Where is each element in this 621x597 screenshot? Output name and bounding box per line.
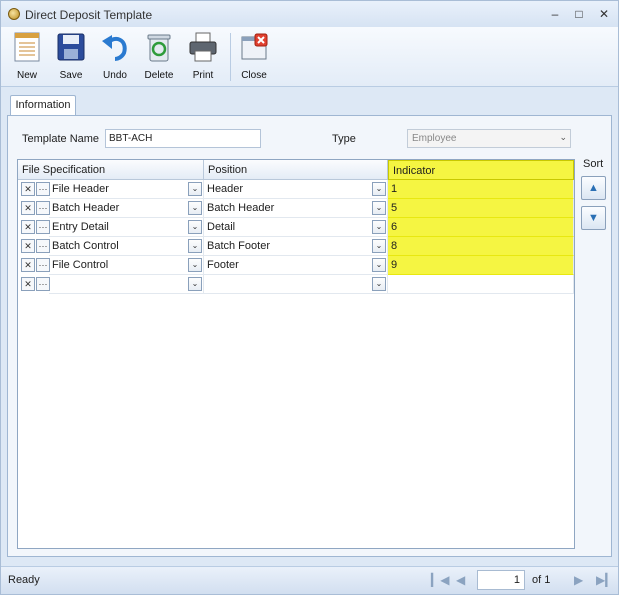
chevron-down-icon[interactable]: ⌄ — [372, 239, 386, 253]
previous-page-icon[interactable]: ◀ — [456, 573, 465, 587]
new-button[interactable]: New — [7, 31, 47, 85]
floppy-disk-icon — [57, 33, 85, 61]
chevron-down-icon: ⌄ — [559, 132, 567, 142]
recycle-bin-icon — [147, 34, 171, 62]
save-button-label: Save — [59, 70, 83, 81]
row-menu-icon[interactable]: ··· — [36, 201, 50, 215]
column-header-file-specification[interactable]: File Specification — [18, 160, 204, 180]
position-cell[interactable]: Header — [204, 180, 388, 199]
chevron-down-icon[interactable]: ⌄ — [372, 201, 386, 215]
tab-information[interactable]: Information — [10, 95, 76, 116]
undo-arrow-icon — [102, 35, 127, 61]
delete-row-icon[interactable]: ✕ — [21, 182, 35, 196]
print-button[interactable]: Print — [183, 31, 223, 85]
first-page-icon[interactable]: ▎◀ — [431, 573, 449, 587]
undo-button-label: Undo — [103, 70, 127, 81]
chevron-down-icon[interactable]: ⌄ — [188, 182, 202, 196]
indicator-cell[interactable]: 1 — [388, 180, 574, 199]
delete-row-icon[interactable]: ✕ — [21, 258, 35, 272]
new-row[interactable]: ✕ ··· ⌄ ⌄ — [18, 275, 574, 294]
arrow-up-icon: ▲ — [588, 182, 599, 194]
template-name-field[interactable]: BBT-ACH — [105, 129, 261, 148]
sort-label: Sort — [583, 158, 604, 170]
close-window-button[interactable]: ✕ — [596, 6, 612, 22]
close-button-label: Close — [241, 70, 267, 81]
toolbar-separator — [230, 33, 231, 81]
row-menu-icon[interactable]: ··· — [36, 239, 50, 253]
file-specification-cell[interactable] — [49, 275, 204, 294]
table-row[interactable]: ✕ ··· Batch Header ⌄ Batch Header ⌄ 5 — [18, 199, 574, 218]
status-text: Ready — [8, 574, 40, 586]
delete-button[interactable]: Delete — [139, 31, 179, 85]
row-menu-icon[interactable]: ··· — [36, 258, 50, 272]
file-specification-cell[interactable]: Batch Control — [49, 237, 204, 256]
position-cell[interactable] — [204, 275, 388, 294]
chevron-down-icon[interactable]: ⌄ — [188, 277, 202, 291]
chevron-down-icon[interactable]: ⌄ — [188, 220, 202, 234]
type-select[interactable]: Employee ⌄ — [407, 129, 571, 148]
page-number-input[interactable]: 1 — [477, 570, 525, 590]
chevron-down-icon[interactable]: ⌄ — [372, 182, 386, 196]
table-row[interactable]: ✕ ··· File Control ⌄ Footer ⌄ 9 — [18, 256, 574, 275]
print-button-label: Print — [192, 70, 214, 81]
column-header-position[interactable]: Position — [204, 160, 388, 180]
chevron-down-icon[interactable]: ⌄ — [372, 277, 386, 291]
minimize-button[interactable]: – — [547, 6, 563, 22]
chevron-down-icon[interactable]: ⌄ — [372, 258, 386, 272]
template-name-label: Template Name — [22, 133, 100, 145]
indicator-cell[interactable]: 6 — [388, 218, 574, 237]
chevron-down-icon[interactable]: ⌄ — [372, 220, 386, 234]
app-icon — [8, 8, 20, 20]
row-menu-icon[interactable]: ··· — [36, 277, 50, 291]
type-label: Type — [332, 133, 356, 145]
toolbar: New Save Undo Delete Print Close — [1, 27, 618, 87]
close-form-icon — [241, 33, 268, 60]
delete-row-icon[interactable]: ✕ — [21, 239, 35, 253]
indicator-cell[interactable]: 8 — [388, 237, 574, 256]
undo-button[interactable]: Undo — [95, 31, 135, 85]
printer-icon — [189, 32, 217, 62]
page-count: of 1 — [532, 574, 551, 586]
file-specification-cell[interactable]: File Header — [49, 180, 204, 199]
arrow-down-icon: ▼ — [588, 212, 599, 224]
new-document-icon — [14, 32, 40, 62]
sort-up-button[interactable]: ▲ — [581, 176, 606, 200]
next-page-icon[interactable]: ▶ — [574, 573, 583, 587]
last-page-icon[interactable]: ▶▎ — [596, 573, 614, 587]
chevron-down-icon[interactable]: ⌄ — [188, 239, 202, 253]
maximize-button[interactable]: □ — [571, 6, 587, 22]
indicator-cell[interactable] — [388, 275, 574, 294]
delete-row-icon[interactable]: ✕ — [21, 220, 35, 234]
type-select-value: Employee — [412, 133, 457, 144]
direct-deposit-template-window: Direct Deposit Template – □ ✕ New Save U… — [0, 0, 619, 595]
table-row[interactable]: ✕ ··· Entry Detail ⌄ Detail ⌄ 6 — [18, 218, 574, 237]
row-menu-icon[interactable]: ··· — [36, 182, 50, 196]
title-bar: Direct Deposit Template – □ ✕ — [1, 1, 618, 27]
close-button[interactable]: Close — [234, 31, 274, 85]
delete-row-icon[interactable]: ✕ — [21, 201, 35, 215]
sort-down-button[interactable]: ▼ — [581, 206, 606, 230]
file-specification-grid: File Specification Position Indicator ✕ … — [17, 159, 575, 549]
delete-button-label: Delete — [144, 70, 174, 81]
status-bar: Ready ▎◀ ◀ 1 of 1 ▶ ▶▎ — [1, 566, 618, 594]
window-title: Direct Deposit Template — [25, 8, 153, 22]
row-menu-icon[interactable]: ··· — [36, 220, 50, 234]
save-button[interactable]: Save — [51, 31, 91, 85]
file-specification-cell[interactable]: File Control — [49, 256, 204, 275]
position-cell[interactable]: Detail — [204, 218, 388, 237]
table-row[interactable]: ✕ ··· File Header ⌄ Header ⌄ 1 — [18, 180, 574, 199]
indicator-cell[interactable]: 5 — [388, 199, 574, 218]
delete-row-icon[interactable]: ✕ — [21, 277, 35, 291]
column-header-indicator[interactable]: Indicator — [388, 160, 574, 180]
new-button-label: New — [16, 70, 37, 81]
indicator-cell[interactable]: 9 — [388, 256, 574, 275]
file-specification-cell[interactable]: Batch Header — [49, 199, 204, 218]
chevron-down-icon[interactable]: ⌄ — [188, 201, 202, 215]
table-row[interactable]: ✕ ··· Batch Control ⌄ Batch Footer ⌄ 8 — [18, 237, 574, 256]
position-cell[interactable]: Batch Header — [204, 199, 388, 218]
position-cell[interactable]: Batch Footer — [204, 237, 388, 256]
file-specification-cell[interactable]: Entry Detail — [49, 218, 204, 237]
chevron-down-icon[interactable]: ⌄ — [188, 258, 202, 272]
position-cell[interactable]: Footer — [204, 256, 388, 275]
